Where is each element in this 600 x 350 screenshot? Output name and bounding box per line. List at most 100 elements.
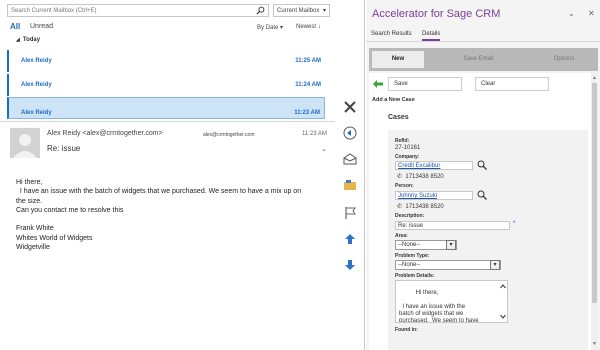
- company-label: Company:: [395, 154, 420, 160]
- body-line: Frank White: [16, 225, 54, 233]
- clear-button[interactable]: Clear: [475, 77, 549, 91]
- message-subject: Re: issue: [47, 144, 81, 153]
- problem-type-label: Problem Type:: [395, 253, 430, 259]
- case-form: RefId: 27-10161 Company: Credit Excalibu…: [388, 130, 588, 350]
- reply-icon[interactable]: [342, 126, 358, 140]
- body-line: Whites World of Widgets: [16, 234, 93, 242]
- area-select[interactable]: --None-- ▾: [395, 240, 457, 250]
- clear-label: Clear: [481, 81, 496, 87]
- close-icon[interactable]: ✕: [588, 9, 595, 18]
- company-phone-value: 1713438 8520: [405, 174, 444, 180]
- chevron-down-icon: ▾: [322, 8, 326, 14]
- problem-type-select[interactable]: --None-- ▾: [395, 260, 501, 270]
- body-line: Hi there,: [16, 179, 43, 186]
- move-icon[interactable]: [342, 178, 358, 192]
- sort-order-button[interactable]: Newest ↓: [296, 24, 321, 30]
- search-row: Search Current Mailbox (Ctrl+E) Current …: [7, 4, 330, 17]
- body-line: [16, 215, 316, 224]
- sort-by-label: By Date: [257, 25, 279, 31]
- down-arrow-icon[interactable]: [342, 258, 358, 272]
- filter-all[interactable]: All: [10, 22, 20, 31]
- app-root: Search Current Mailbox (Ctrl+E) Current …: [0, 0, 600, 350]
- panel-title: Accelerator for Sage CRM: [372, 8, 501, 20]
- sort-order-label: Newest: [296, 24, 317, 30]
- scrollbar-thumb[interactable]: [592, 83, 597, 303]
- mail-time: 11:24 AM: [295, 82, 321, 88]
- list-item[interactable]: Alex Reidy 11:24 AM: [7, 74, 325, 96]
- group-label: Today: [22, 37, 41, 43]
- mail-from: Alex Reidy: [21, 58, 52, 64]
- company-phone: ✆ 1713438 8520: [397, 173, 444, 180]
- filter-unread[interactable]: Unread: [30, 23, 53, 30]
- save-label: Save: [394, 81, 408, 87]
- save-email-button[interactable]: Save Email: [426, 51, 531, 68]
- list-item[interactable]: Alex Reidy 11:25 AM: [7, 50, 325, 72]
- save-button[interactable]: Save: [388, 77, 462, 91]
- sender-email[interactable]: alex@crmtogether.com: [203, 132, 254, 138]
- flag-icon[interactable]: [342, 206, 358, 220]
- body-line: the size.: [16, 197, 43, 205]
- magnifier-icon[interactable]: [477, 160, 487, 170]
- person-phone: ✆ 1713438 8520: [397, 203, 444, 210]
- mailbox-scope-label: Current Mailbox: [277, 8, 320, 14]
- tab-details[interactable]: Details: [422, 31, 441, 41]
- add-new-case-heading: Add a New Case: [372, 97, 415, 103]
- mark-read-icon[interactable]: [342, 152, 358, 166]
- problem-details-text: Hi there, I have an issue with the batch…: [399, 290, 479, 323]
- scroll-down-icon[interactable]: ▼: [592, 341, 597, 347]
- mail-from: Alex Reidy: [21, 110, 52, 116]
- outlook-pane: Search Current Mailbox (Ctrl+E) Current …: [0, 0, 335, 350]
- magnifier-icon[interactable]: [477, 190, 487, 200]
- back-arrow-icon[interactable]: [373, 80, 383, 88]
- chevron-down-icon: ▾: [280, 25, 284, 31]
- body-line: Widgetville: [16, 244, 50, 252]
- tab-search-results[interactable]: Search Results: [371, 31, 412, 37]
- filter-bar: All Unread By Date ▾ Newest ↓: [10, 22, 330, 34]
- textarea-scrollbar[interactable]: [499, 281, 507, 322]
- refid-value: 27-10161: [395, 145, 421, 151]
- list-item-selected[interactable]: Alex Reidy 11:23 AM: [7, 97, 325, 119]
- sender-name[interactable]: Alex Reidy <alex@crmtogether.com>: [47, 130, 163, 137]
- refid-label: RefId:: [395, 138, 410, 144]
- body-line: Can you contact me to resolve this: [16, 206, 124, 214]
- avatar: [10, 128, 40, 158]
- search-icon[interactable]: [256, 6, 265, 15]
- details-scroll-area: Save Clear Add a New Case Cases RefId: 2…: [369, 73, 591, 350]
- mail-time: 11:25 AM: [295, 58, 321, 64]
- person-icon: [10, 128, 40, 158]
- up-arrow-icon[interactable]: [342, 232, 358, 246]
- description-field[interactable]: Re: issue: [395, 221, 510, 230]
- phone-icon: ✆: [397, 174, 403, 180]
- mail-from: Alex Reidy: [21, 82, 52, 88]
- mailbox-scope-select[interactable]: Current Mailbox ▾: [273, 4, 330, 17]
- action-column: [335, 0, 365, 350]
- area-value: --None--: [398, 242, 421, 248]
- reading-pane: Alex Reidy <alex@crmtogether.com> alex@c…: [0, 122, 335, 350]
- description-label: Description:: [395, 213, 425, 219]
- person-label: Person:: [395, 183, 414, 189]
- problem-details-textarea[interactable]: Hi there, I have an issue with the batch…: [395, 280, 508, 323]
- toolbar: New Save Email Options: [369, 48, 598, 71]
- company-field[interactable]: Credit Excalibur: [395, 161, 473, 170]
- new-button[interactable]: New: [372, 51, 424, 68]
- body-line: I have an issue with the batch of widget…: [16, 188, 302, 196]
- chevron-down-icon[interactable]: ⌄: [321, 145, 327, 153]
- panel-scrollbar[interactable]: ▲ ▼: [591, 73, 598, 350]
- mail-time: 11:23 AM: [294, 110, 320, 116]
- collapse-icon: ◢: [16, 37, 20, 43]
- delete-icon[interactable]: [342, 100, 358, 114]
- person-phone-value: 1713438 8520: [405, 204, 444, 210]
- scroll-up-icon[interactable]: ▲: [592, 75, 597, 81]
- problem-type-value: --None--: [398, 262, 421, 268]
- phone-icon: ✆: [397, 204, 403, 210]
- search-input[interactable]: Search Current Mailbox (Ctrl+E): [7, 4, 269, 17]
- tab-bar: Search Results Details: [366, 26, 600, 42]
- message-body: Hi there, I have an issue with the batch…: [16, 178, 316, 252]
- group-header-today[interactable]: ◢ Today: [16, 37, 40, 43]
- sort-by-button[interactable]: By Date ▾: [257, 24, 283, 31]
- found-in-label: Found in:: [395, 327, 418, 333]
- person-field[interactable]: Johnny Suzuki: [395, 191, 473, 200]
- chevron-down-icon: ▾: [490, 260, 500, 270]
- options-button[interactable]: Options: [533, 51, 595, 68]
- chevron-down-icon[interactable]: ⌄: [568, 9, 575, 18]
